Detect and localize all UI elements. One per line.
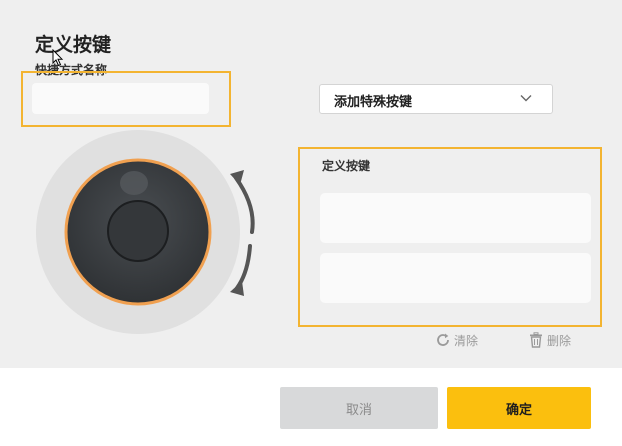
cancel-button[interactable]: 取消 [280, 387, 438, 429]
clear-button[interactable]: 清除 [435, 331, 478, 349]
dial-center-ring [107, 200, 169, 262]
key-slot-1[interactable] [320, 193, 591, 243]
delete-label: 删除 [547, 333, 572, 348]
trash-icon [530, 332, 542, 348]
shortcut-name-input[interactable] [32, 83, 209, 114]
dial-indicator [120, 171, 148, 195]
special-key-select-value: 添加特殊按键 [334, 95, 413, 110]
key-slot-2[interactable] [320, 253, 591, 303]
dial-illustration [36, 130, 255, 334]
dialog-title: 定义按键 [35, 34, 112, 56]
key-panel-label: 定义按键 [322, 159, 371, 173]
special-key-select[interactable]: 添加特殊按键 [319, 84, 553, 114]
confirm-button[interactable]: 确定 [447, 387, 591, 429]
mouse-cursor-icon [52, 49, 64, 67]
chevron-down-icon [520, 95, 532, 102]
refresh-icon [437, 333, 449, 346]
delete-button[interactable]: 删除 [528, 331, 571, 349]
clear-label: 清除 [454, 333, 479, 348]
